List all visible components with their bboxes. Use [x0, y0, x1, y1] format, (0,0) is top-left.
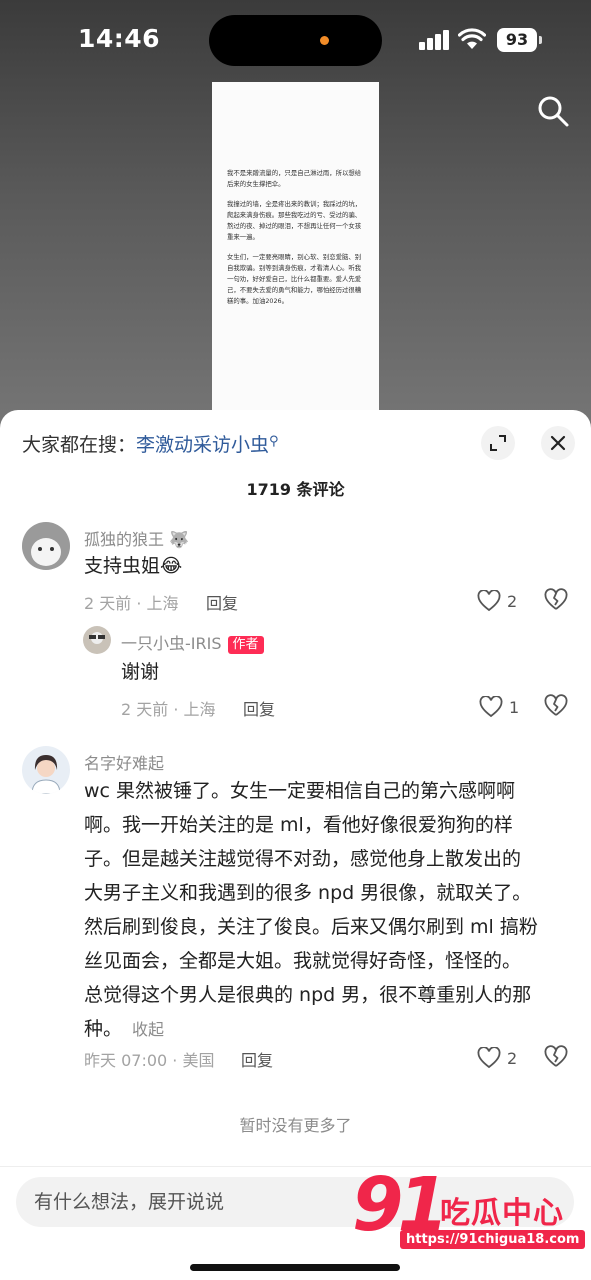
close-icon — [550, 435, 566, 451]
expand-icon — [490, 435, 506, 451]
like-count: 2 — [507, 591, 518, 611]
heart-icon — [477, 590, 501, 612]
magnifier-icon: ⚲ — [269, 434, 279, 449]
like-count: 1 — [509, 697, 520, 717]
comment-text: 谢谢 — [121, 661, 160, 683]
like-count: 2 — [507, 1048, 518, 1068]
broken-heart-icon[interactable] — [544, 588, 568, 612]
comment-sheet: 大家都在搜：李激动采访小虫⚲ 1719 条评论 孤独的狼王 🐺 支持虫姐😂 2 … — [0, 410, 591, 1280]
camera-indicator-icon — [320, 36, 329, 45]
status-bar: 14:46 93 — [0, 0, 591, 80]
comment-username[interactable]: 孤独的狼王 🐺 — [84, 526, 189, 550]
comment-username[interactable]: 名字好难起 — [84, 750, 164, 774]
comment-count: 1719 条评论 — [246, 480, 345, 499]
reply-button[interactable]: 回复 — [241, 1047, 273, 1071]
wolf-emoji: 🐺 — [169, 530, 190, 549]
preview-paragraph: 我不是来蹭流量的，只是自己淋过雨，所以想给后来的女生撑把伞。 — [227, 169, 362, 188]
avatar[interactable] — [83, 626, 111, 654]
watermark-url: https://91chigua18.com — [400, 1230, 586, 1249]
broken-heart-icon[interactable] — [544, 1045, 568, 1069]
comment-meta: 2 天前 · 上海 — [84, 594, 179, 613]
post-image-preview[interactable]: 我不是来蹭流量的，只是自己淋过雨，所以想给后来的女生撑把伞。 我撞过的墙，全是疼… — [212, 82, 379, 412]
status-time: 14:46 — [78, 24, 161, 53]
expand-button[interactable] — [481, 426, 515, 460]
dynamic-island — [209, 15, 382, 66]
comment-text: wc 果然被锤了。女生一定要相信自己的第六感啊啊 啊。我一开始关注的是 ml，看… — [84, 780, 538, 1040]
like-button[interactable]: 1 — [479, 695, 519, 719]
preview-paragraph: 我撞过的墙，全是疼出来的教训；我踩过的坑，爬起来满身伤痕。那些我吃过的亏、受过的… — [227, 200, 362, 241]
comment-meta: 昨天 07:00 · 美国 — [84, 1051, 215, 1070]
hot-search-keyword[interactable]: 李激动采访小虫 — [136, 434, 269, 456]
collapse-link[interactable]: 收起 — [132, 1020, 164, 1039]
heart-icon — [479, 696, 503, 718]
wifi-icon — [458, 28, 486, 49]
preview-paragraph: 女生们，一定要亮眼睛，别心软、别恋爱脑、别自我欺骗。别等到满身伤痕，才看清人心。… — [227, 253, 362, 305]
reply-button[interactable]: 回复 — [206, 590, 238, 614]
avatar[interactable] — [22, 522, 70, 570]
comment-meta: 2 天前 · 上海 — [121, 700, 216, 719]
hot-search-prefix: 大家都在搜： — [22, 434, 137, 456]
comment-username[interactable]: 一只小虫-IRIS 作者 — [121, 630, 264, 654]
no-more-comments: 暂时没有更多了 — [239, 1116, 352, 1135]
battery-level: 93 — [497, 28, 542, 52]
close-button[interactable] — [541, 426, 575, 460]
reply-button[interactable]: 回复 — [243, 696, 275, 720]
search-icon[interactable] — [536, 94, 570, 128]
watermark-name: 吃瓜中心 — [440, 1196, 564, 1231]
like-button[interactable]: 2 — [477, 589, 517, 613]
comment-text: 支持虫姐😂 — [84, 555, 183, 577]
avatar[interactable] — [22, 746, 70, 794]
home-indicator — [190, 1264, 400, 1271]
hot-search-bar[interactable]: 大家都在搜：李激动采访小虫⚲ — [22, 430, 279, 457]
broken-heart-icon[interactable] — [544, 694, 568, 718]
like-button[interactable]: 2 — [477, 1046, 517, 1070]
laughing-emoji: 😂 — [160, 555, 183, 577]
cellular-signal-icon — [419, 30, 451, 50]
author-badge: 作者 — [227, 636, 264, 654]
heart-icon — [477, 1047, 501, 1069]
watermark: 91 吃瓜中心 https://91chigua18.com — [352, 1162, 586, 1258]
